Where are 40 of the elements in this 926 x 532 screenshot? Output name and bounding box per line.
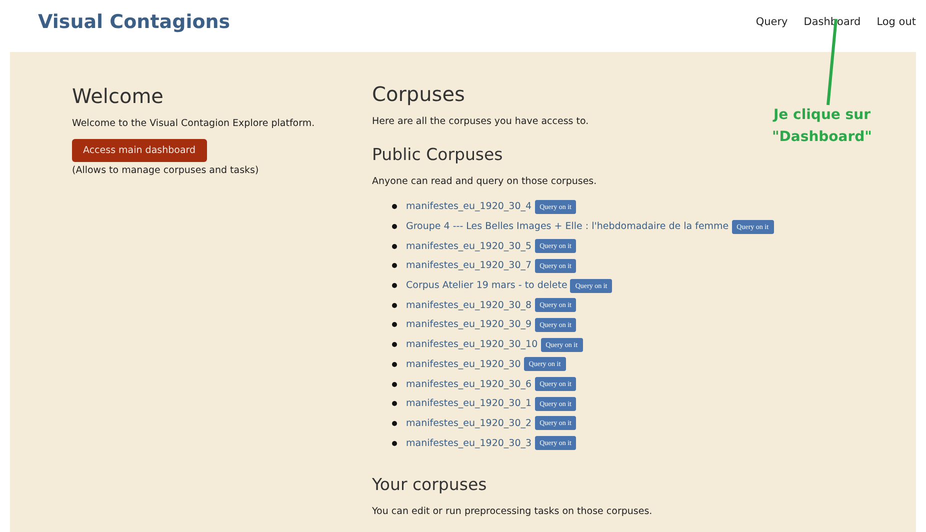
note: (Allows to manage corpuses and tasks) — [72, 165, 260, 176]
corpus-link[interactable]: manifestes_eu_1920_30_4 — [406, 201, 532, 212]
heading: Welcome — [72, 84, 164, 108]
corpus-link[interactable]: manifestes_eu_1920_30_6 — [406, 378, 532, 390]
heading: Your corpuses — [372, 474, 488, 494]
nav-link[interactable]: Query — [756, 16, 788, 28]
bullet-icon — [392, 283, 397, 288]
corpus-link[interactable]: manifestes_eu_1920_30_10 — [406, 339, 538, 350]
bullet-icon — [392, 362, 397, 367]
corpus-link[interactable]: manifestes_eu_1920_30_3 — [406, 438, 532, 449]
corpus-link[interactable]: manifestes_eu_1920_30_2 — [406, 418, 532, 429]
bullet-icon — [392, 204, 397, 210]
bullet-icon — [392, 244, 397, 249]
bullet-icon — [392, 322, 397, 328]
paragraph: Here are all the corpuses you have access to. — [372, 116, 590, 127]
paragraph: You can edit or run preprocessing tasks on those corpuses. — [372, 506, 654, 517]
corpus-link[interactable]: manifestes_eu_1920_30_8 — [406, 300, 532, 311]
bullet-icon — [392, 342, 397, 348]
paragraph: Welcome to the Visual Contagion Explore platform. — [72, 118, 316, 129]
corpus-link[interactable]: Groupe 4 --- Les Belles Images + Elle : l'hebdomadaire de la femme — [406, 221, 729, 232]
bullet-icon — [392, 401, 397, 406]
corpus-link[interactable]: manifestes_eu_1920_30_7 — [406, 260, 532, 272]
bullet-icon — [392, 420, 397, 426]
corpus-link[interactable]: manifestes_eu_1920_30 — [406, 358, 521, 370]
heading: Corpuses — [372, 82, 466, 106]
nav-link[interactable]: Log out — [876, 16, 916, 28]
corpus-link[interactable]: manifestes_eu_1920_30_5 — [406, 240, 532, 252]
bullet-icon — [392, 382, 397, 387]
paragraph: Anyone can read and query on those corpuses. — [372, 176, 598, 187]
corpus-link[interactable]: Corpus Atelier 19 mars - to delete — [406, 280, 568, 292]
corpus-link[interactable]: manifestes_eu_1920_30_9 — [406, 319, 532, 330]
bullet-icon — [392, 440, 397, 446]
bullet-icon — [392, 224, 397, 230]
corpus-link[interactable]: manifestes_eu_1920_30_1 — [406, 398, 532, 410]
bullet-icon — [392, 302, 397, 308]
site-title: Visual Contagions — [38, 11, 230, 33]
bullet-icon — [392, 263, 397, 268]
annotation-text: Je clique sur "Dashboard" — [772, 106, 872, 147]
dashboard-button[interactable]: Access main dashboard — [72, 139, 207, 162]
heading: Public Corpuses — [372, 145, 504, 164]
